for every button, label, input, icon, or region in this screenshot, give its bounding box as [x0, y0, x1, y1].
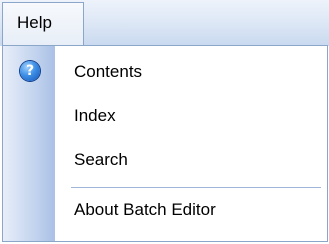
help-dropdown-menu: ? Contents Index Search About Batch Edit… [2, 45, 328, 242]
menu-item-search[interactable]: Search [3, 140, 327, 180]
menu-bar: Help [0, 0, 329, 46]
menu-item-label: Index [74, 106, 116, 125]
menu-item-contents[interactable]: ? Contents [3, 52, 327, 92]
menu-item-label: Contents [74, 62, 143, 81]
menu-item-about[interactable]: About Batch Editor [3, 190, 327, 230]
help-menu-title[interactable]: Help [2, 2, 84, 46]
menu-separator [71, 187, 321, 188]
help-icon: ? [20, 61, 40, 81]
menu-item-index[interactable]: Index [3, 96, 327, 136]
menu-item-label: Search [74, 150, 128, 169]
menu-item-label: About Batch Editor [74, 200, 216, 219]
